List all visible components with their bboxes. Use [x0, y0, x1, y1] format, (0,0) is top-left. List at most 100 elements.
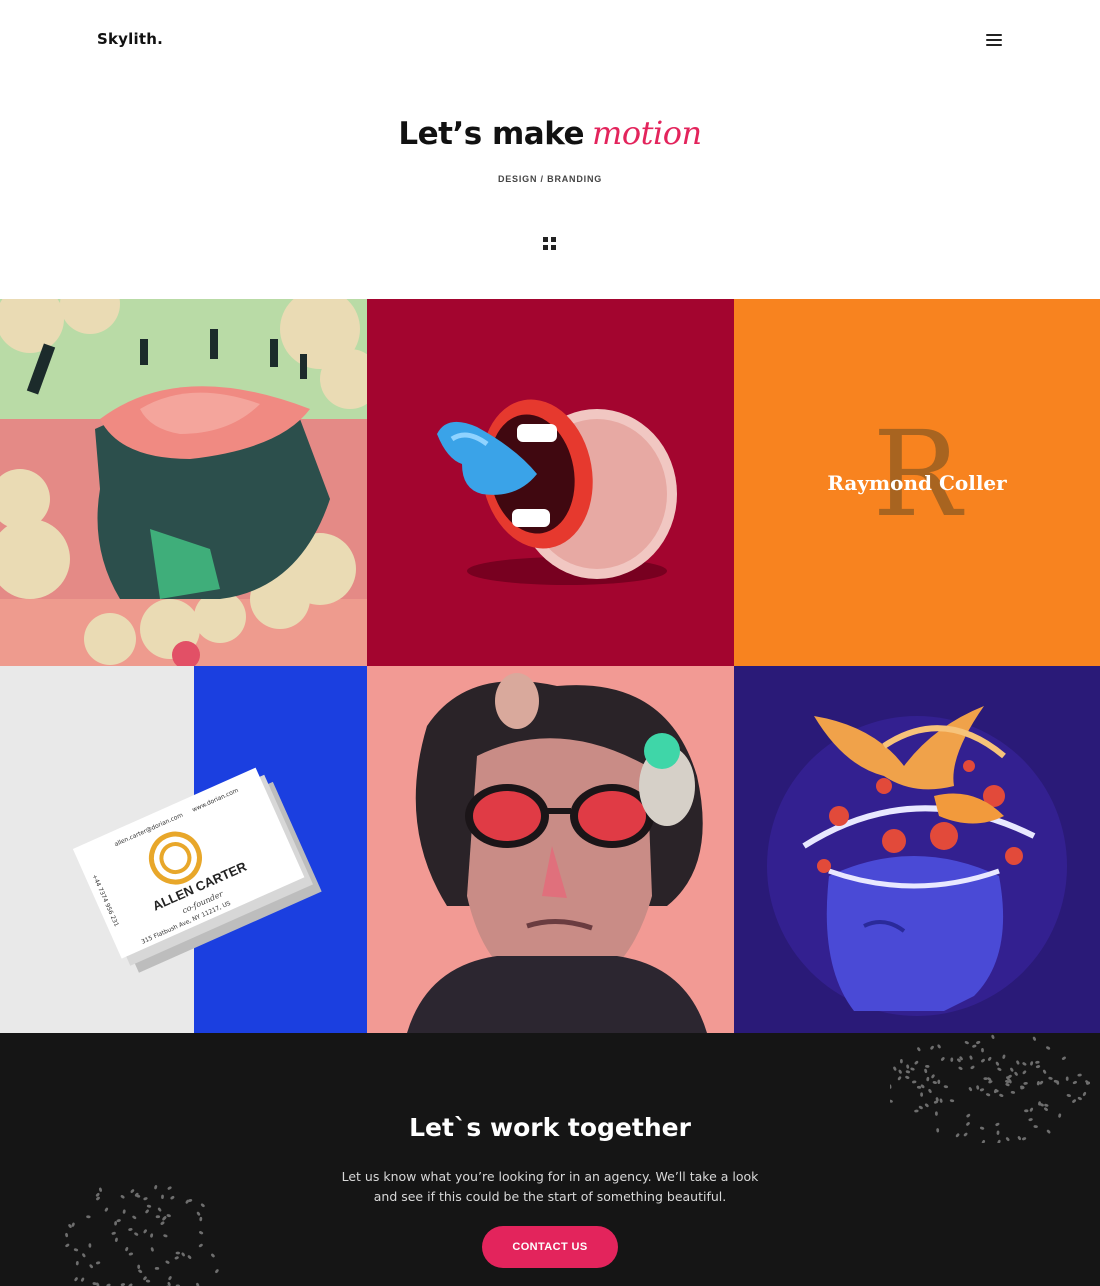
- decorative-dot: [1014, 1071, 1018, 1076]
- decorative-dot: [940, 1057, 945, 1061]
- decorative-dot: [1036, 1081, 1040, 1086]
- decorative-dot: [926, 1076, 930, 1082]
- decorative-dot: [137, 1264, 141, 1270]
- decorative-dot: [890, 1084, 892, 1089]
- decorative-dot: [1035, 1065, 1041, 1069]
- decorative-dot: [198, 1243, 203, 1248]
- mouth-cup-illustration: [367, 299, 734, 666]
- decorative-dot: [1010, 1090, 1016, 1094]
- brand-name: Raymond Coller: [827, 471, 1007, 495]
- business-cards-mockup: ALLEN CARTER co-founder allen.carter@dor…: [0, 666, 367, 1033]
- grid-view-icon[interactable]: [543, 237, 557, 251]
- decorative-dot: [1023, 1081, 1028, 1085]
- decorative-dot: [928, 1089, 932, 1093]
- decorative-dot: [99, 1187, 102, 1192]
- decorative-dot: [920, 1092, 924, 1097]
- decorative-dot: [163, 1234, 168, 1238]
- decorative-dot: [976, 1040, 981, 1045]
- hamburger-menu-icon[interactable]: [984, 31, 1004, 49]
- decorative-dot: [157, 1207, 162, 1212]
- decorative-dot: [925, 1064, 930, 1068]
- decorative-dot: [985, 1093, 991, 1097]
- decorative-dot: [161, 1194, 164, 1199]
- portfolio-item-bird-head[interactable]: [734, 666, 1100, 1033]
- decorative-dot: [939, 1098, 943, 1103]
- decorative-dot: [1044, 1107, 1048, 1111]
- decorative-dot: [988, 1056, 992, 1061]
- decorative-dot: [154, 1185, 158, 1190]
- cloud-head-illustration: [0, 299, 367, 666]
- bird-head-illustration: [734, 666, 1100, 1033]
- decorative-dot: [145, 1279, 151, 1283]
- decorative-dot: [89, 1264, 93, 1269]
- decorative-dot: [1022, 1070, 1027, 1075]
- decorative-dot: [979, 1088, 985, 1092]
- decorative-dot: [983, 1077, 988, 1081]
- decorative-dot: [168, 1276, 172, 1281]
- decorative-dot: [898, 1069, 902, 1074]
- decorative-dot: [890, 1099, 893, 1103]
- decorative-dot: [972, 1044, 977, 1048]
- decorative-dot: [170, 1195, 175, 1200]
- decorative-dot: [937, 1079, 941, 1084]
- decorative-dot: [111, 1231, 116, 1235]
- decorative-dot: [88, 1243, 92, 1248]
- decorative-dot: [143, 1229, 147, 1234]
- portfolio-item-business-cards[interactable]: ALLEN CARTER co-founder allen.carter@dor…: [0, 666, 367, 1033]
- decorative-dot: [1046, 1046, 1051, 1050]
- decorative-dot: [1005, 1083, 1010, 1087]
- decorative-dot: [905, 1075, 910, 1079]
- decorative-dot: [1082, 1091, 1087, 1097]
- site-logo[interactable]: Skylith.: [97, 30, 163, 48]
- decorative-dot: [155, 1215, 161, 1219]
- decorative-dot: [924, 1103, 929, 1108]
- site-header: Skylith.: [0, 0, 1100, 80]
- decorative-dot: [899, 1059, 903, 1064]
- decorative-dot: [146, 1204, 152, 1208]
- portfolio-item-cloud-head[interactable]: [0, 299, 367, 666]
- decorative-dot: [1066, 1094, 1071, 1097]
- decorative-dot: [997, 1067, 1002, 1071]
- decorative-dot: [128, 1252, 134, 1256]
- decorative-dot: [976, 1085, 980, 1090]
- decorative-dot: [200, 1203, 205, 1208]
- decorative-dot: [71, 1222, 75, 1227]
- decorative-dot: [128, 1228, 133, 1231]
- decorative-dot: [917, 1047, 921, 1052]
- decorative-dot: [991, 1034, 995, 1040]
- decorative-dot: [211, 1253, 215, 1258]
- portfolio-item-portrait[interactable]: [367, 666, 734, 1033]
- decorative-dot: [82, 1253, 86, 1258]
- decorative-dot: [932, 1081, 937, 1084]
- decorative-dots-pattern: [65, 1185, 219, 1286]
- decorative-dot: [918, 1105, 923, 1110]
- portfolio-item-mouth-cup[interactable]: [367, 299, 734, 666]
- decorative-dot: [1022, 1062, 1027, 1066]
- decorative-dot: [949, 1099, 955, 1103]
- decorative-dot: [165, 1260, 170, 1264]
- decorative-dot: [931, 1074, 935, 1079]
- decorative-dot: [1035, 1060, 1040, 1064]
- decorative-dot: [130, 1189, 135, 1193]
- portfolio-item-raymond-coller[interactable]: R Raymond Coller: [734, 299, 1100, 666]
- decorative-dot: [970, 1065, 975, 1070]
- decorative-dot: [65, 1232, 69, 1238]
- decorative-dot: [897, 1076, 902, 1081]
- decorative-dot: [143, 1197, 148, 1201]
- decorative-dot: [167, 1281, 171, 1286]
- decorative-dot: [1072, 1080, 1077, 1085]
- decorative-dot: [916, 1085, 922, 1089]
- decorative-dot: [995, 1061, 1000, 1066]
- decorative-dot: [181, 1252, 185, 1257]
- cta-description: Let us know what you’re looking for in a…: [341, 1169, 759, 1204]
- decorative-dot: [1044, 1103, 1049, 1107]
- contact-us-button[interactable]: CONTACT US: [482, 1226, 618, 1268]
- decorative-dot: [958, 1066, 963, 1070]
- decorative-dot: [75, 1261, 79, 1266]
- decorative-dot: [943, 1085, 949, 1089]
- portrait-illustration: [367, 666, 734, 1033]
- decorative-dot: [968, 1087, 973, 1092]
- decorative-dot: [174, 1256, 179, 1260]
- decorative-dot: [1077, 1096, 1082, 1101]
- decorative-dot: [199, 1216, 203, 1222]
